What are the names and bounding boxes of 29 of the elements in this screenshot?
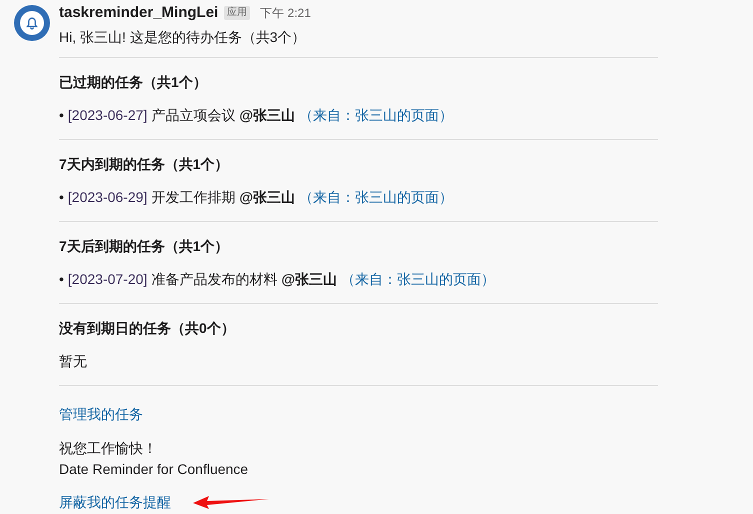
source-link[interactable]: （来自：张三山的页面） [298,104,453,124]
task-date: [2023-06-27] [68,106,148,124]
source-link[interactable]: （来自：张三山的页面） [298,186,453,206]
greeting-text: Hi, 张三山! 这是您的待办任务（共3个） [59,28,307,46]
section-heading: 7天内到期的任务（共1个） [59,154,230,174]
task-date: [2023-06-29] [68,188,148,206]
mention: @张三山 [239,188,295,206]
section-heading: 7天后到期的任务（共1个） [59,236,230,256]
task-title: 准备产品发布的材料 [151,270,278,288]
bell-icon [14,5,50,41]
mention: @张三山 [239,106,295,124]
task-date: [2023-07-20] [68,270,148,288]
section-heading: 没有到期日的任务（共0个） [59,318,236,338]
bullet: • [59,188,64,206]
mute-reminders-link[interactable]: 屏蔽我的任务提醒 [59,492,171,512]
timestamp: 下午 2:21 [260,5,311,22]
empty-text: 暂无 [59,352,88,370]
bullet: • [59,106,64,124]
app-tag: 应用 [224,6,250,20]
closing-text: 祝您工作愉快！ [59,438,157,458]
sender-name[interactable]: taskreminder_MingLei [59,2,218,24]
task-title: 开发工作排期 [151,188,236,206]
manage-tasks-link[interactable]: 管理我的任务 [59,404,143,424]
source-link[interactable]: （来自：张三山的页面） [340,268,495,288]
signature-text: Date Reminder for Confluence [59,460,248,478]
bullet: • [59,270,64,288]
task-title: 产品立项会议 [151,106,236,124]
mention: @张三山 [281,270,337,288]
section-heading: 已过期的任务（共1个） [59,72,208,92]
